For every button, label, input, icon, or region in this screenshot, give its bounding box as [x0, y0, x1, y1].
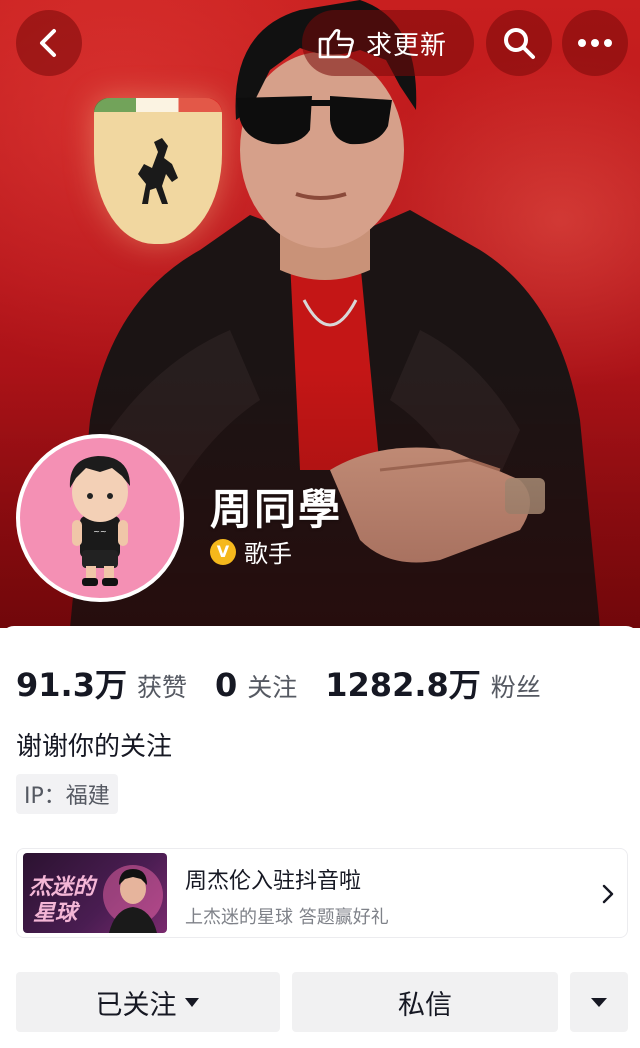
stat-likes-value: 91.3万: [16, 666, 127, 704]
followed-label: 已关注: [95, 989, 177, 1021]
chevron-right-icon: [602, 884, 614, 904]
promo-thumb-line2: 星球: [33, 901, 78, 926]
avatar-cartoon-image: ~~: [69, 456, 130, 586]
back-icon: [40, 29, 56, 57]
avatar[interactable]: ~~: [16, 434, 184, 602]
message-label: 私信: [398, 989, 452, 1021]
promo-subtitle: 上杰迷的星球 答题赢好礼: [185, 907, 389, 928]
verified-icon: V: [210, 538, 236, 565]
request-update-button[interactable]: 求更新: [302, 10, 474, 76]
ip-location-tag: IP：福建: [16, 774, 118, 814]
stat-following-label: 关注: [247, 673, 298, 702]
profile-name: 周同學: [210, 485, 343, 534]
promo-thumb-portrait: [103, 865, 163, 933]
stat-followers-value: 1282.8万: [325, 666, 481, 704]
caret-down-icon: [184, 998, 199, 1007]
profile-stats: 91.3万 获赞 0 关注 1282.8万 粉丝: [16, 660, 569, 706]
promo-title: 周杰伦入驻抖音啦: [185, 869, 362, 894]
stat-followers[interactable]: 1282.8万 粉丝: [325, 660, 541, 706]
search-button[interactable]: [486, 10, 552, 76]
more-icon: [578, 39, 612, 47]
stat-following-value: 0: [214, 666, 238, 704]
message-button[interactable]: 私信: [292, 972, 558, 1032]
search-icon: [504, 28, 535, 59]
profile-bio: 谢谢你的关注: [16, 732, 173, 762]
hand-pointer-icon: [318, 29, 354, 59]
caret-down-icon: [591, 998, 607, 1007]
promo-thumb-line1: 杰迷的: [29, 875, 96, 900]
stat-following[interactable]: 0 关注: [215, 666, 297, 704]
more-actions-button[interactable]: [570, 972, 628, 1032]
verified-title: 歌手: [244, 540, 292, 568]
promo-card[interactable]: 杰迷的 星球 周杰伦入驻抖音啦 上杰迷的星球 答题赢好礼: [16, 848, 628, 938]
svg-text:~~: ~~: [93, 527, 106, 536]
verified-badge: V 歌手: [210, 534, 292, 569]
promo-thumbnail: 杰迷的 星球: [23, 853, 167, 933]
stat-followers-label: 粉丝: [490, 673, 541, 702]
back-button[interactable]: [16, 10, 82, 76]
stat-likes-label: 获赞: [136, 673, 187, 702]
followed-button[interactable]: 已关注: [16, 972, 280, 1032]
more-button[interactable]: [562, 10, 628, 76]
request-update-label: 求更新: [366, 30, 448, 61]
stat-likes[interactable]: 91.3万 获赞: [16, 660, 187, 706]
